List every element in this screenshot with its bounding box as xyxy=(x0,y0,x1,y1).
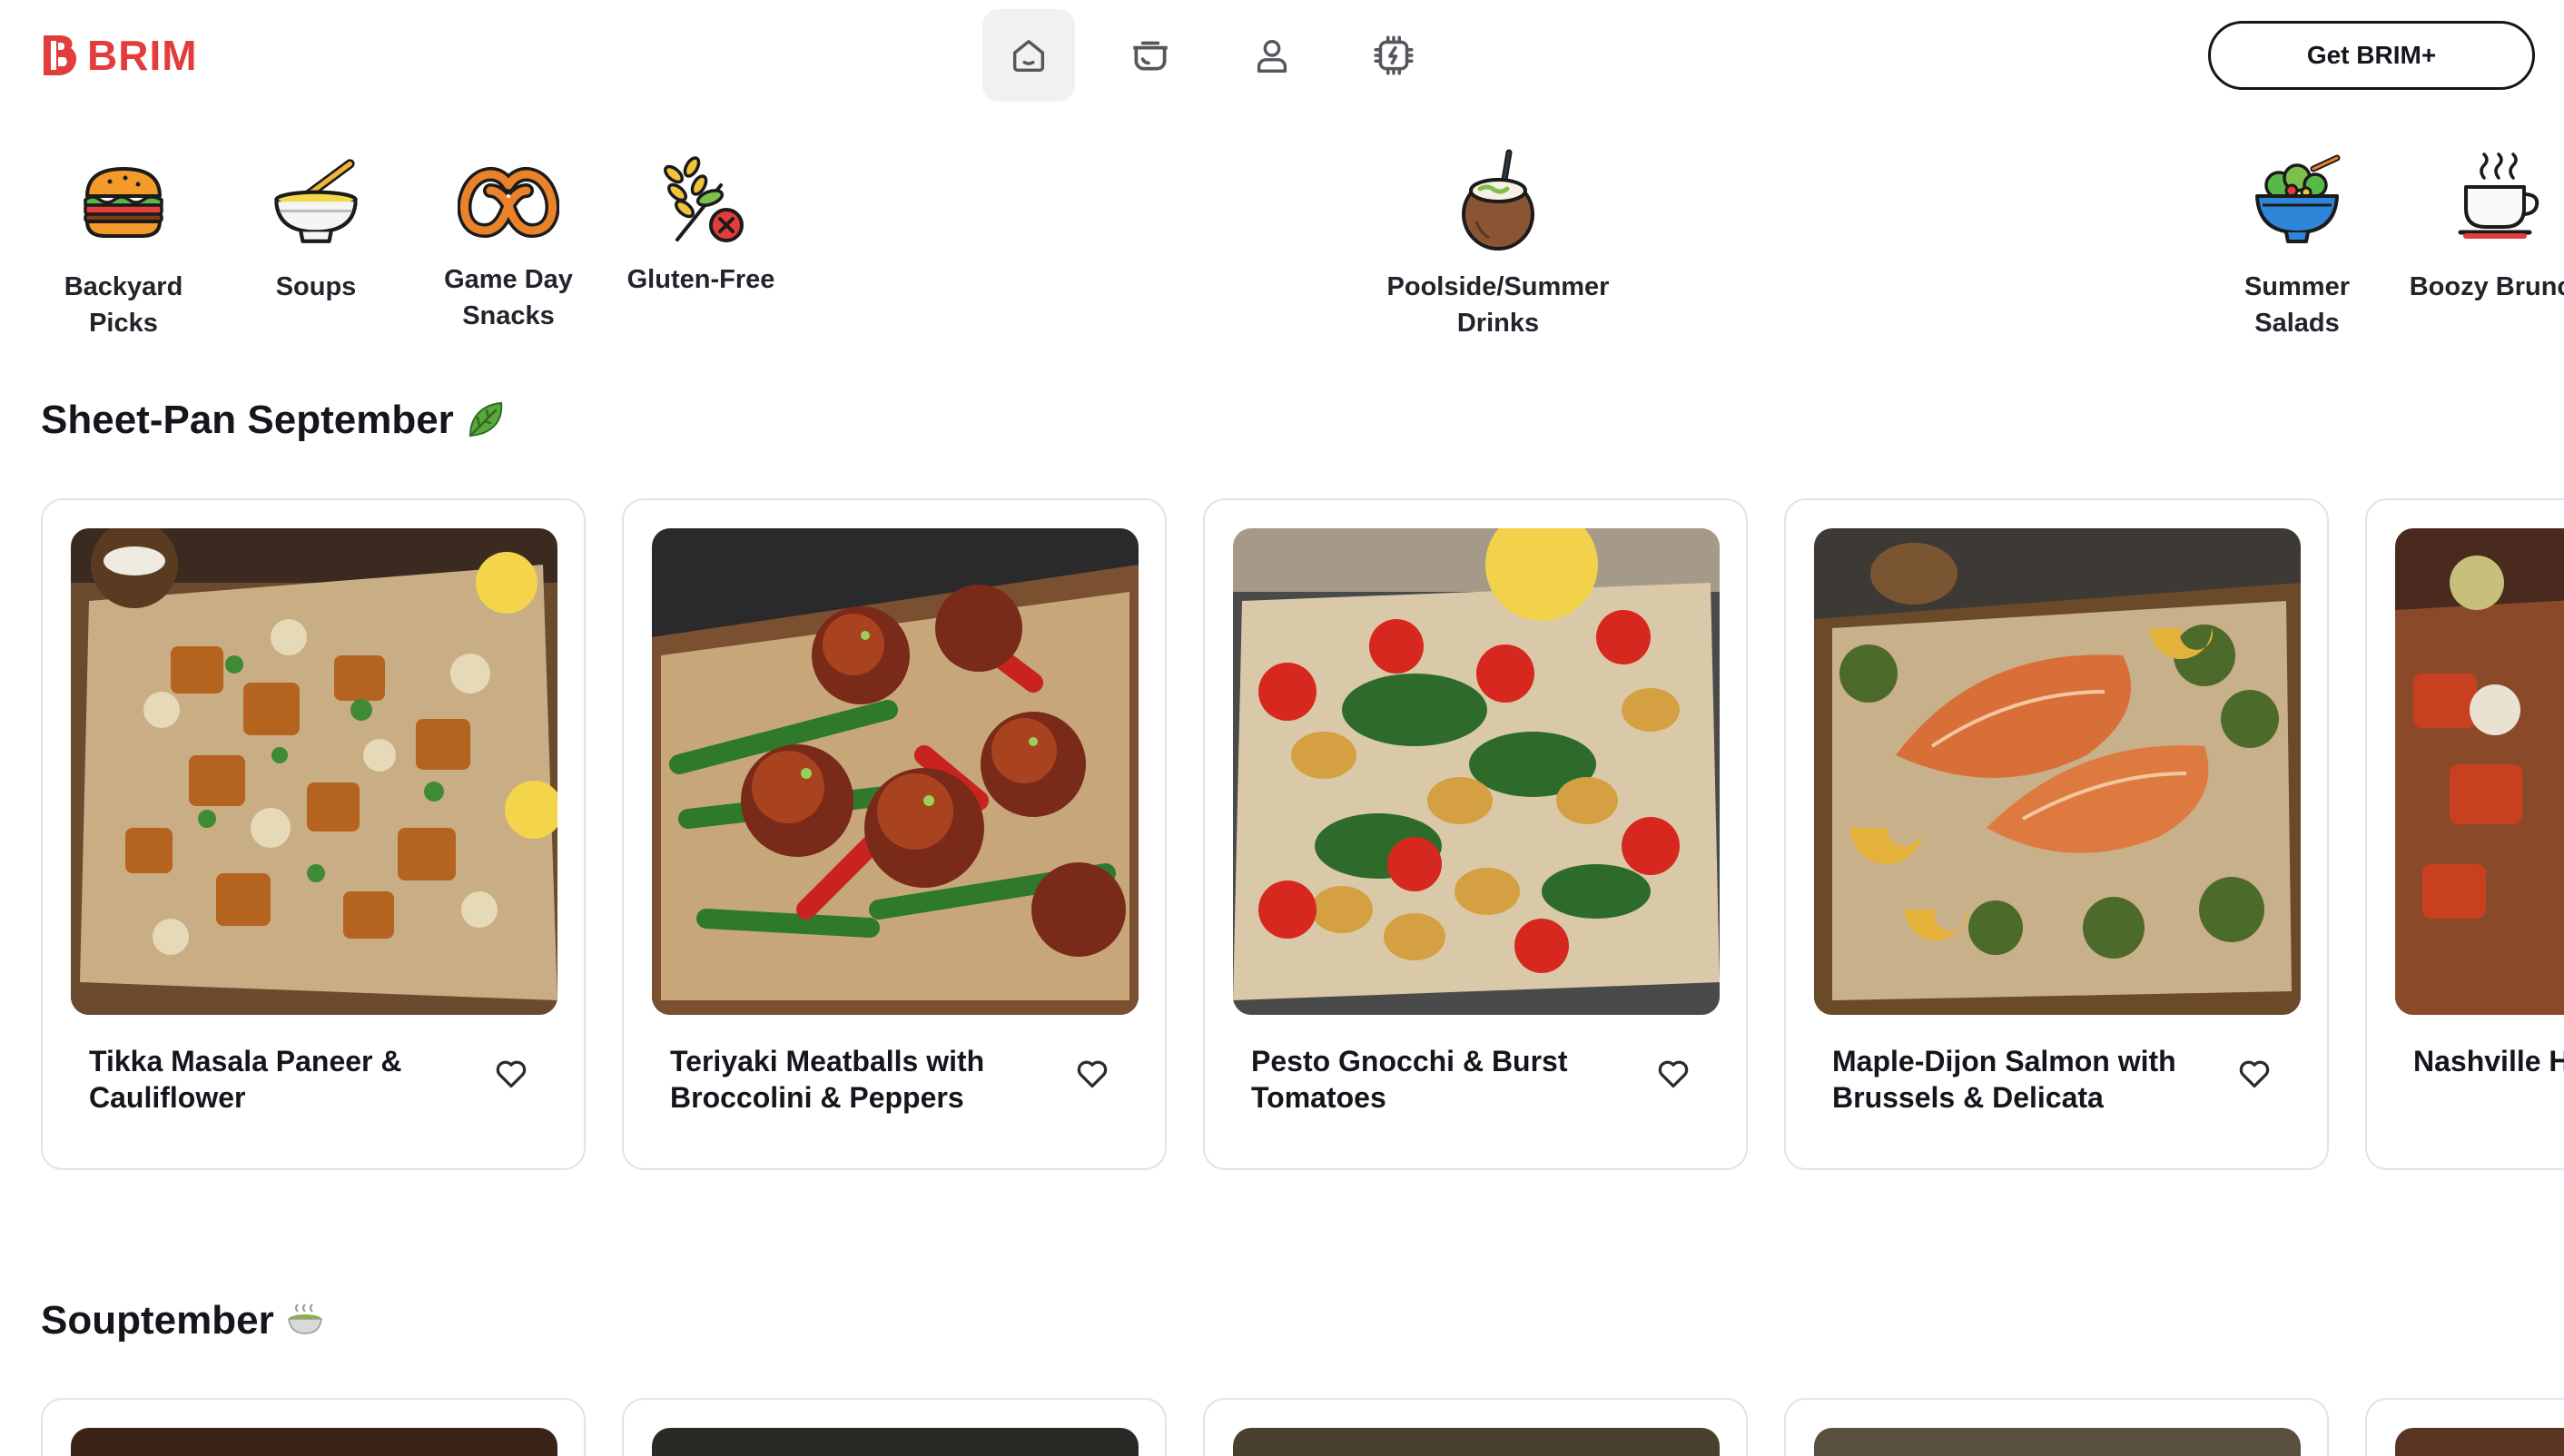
soup-bowl-emoji-icon xyxy=(287,1304,322,1334)
brim-home-page: BRIM Get BRIM+ Backyard Picks Soups Game… xyxy=(0,0,2564,1456)
recipe-card[interactable]: Teriyaki Meatballs with Broccolini & Pep… xyxy=(622,498,1167,1170)
recipe-image[interactable] xyxy=(2395,528,2564,1015)
category-label: Boozy Brunch xyxy=(2409,272,2564,301)
salad-bowl-icon xyxy=(2243,145,2352,254)
nav-profile[interactable] xyxy=(1226,9,1318,102)
brim-logo-mark-icon xyxy=(44,35,77,75)
category-poolside-summer-drinks[interactable]: Poolside/Summer Drinks xyxy=(1380,145,1616,341)
section-title-text: Souptember xyxy=(41,1298,274,1343)
recipe-image[interactable] xyxy=(652,1428,1139,1456)
recipe-image[interactable] xyxy=(1814,1428,2301,1456)
top-nav xyxy=(982,9,1440,102)
recipe-image[interactable] xyxy=(652,528,1139,1015)
category-label: Poolside/Summer Drinks xyxy=(1386,272,1610,338)
coconut-drink-icon xyxy=(1444,145,1553,254)
pot-icon xyxy=(1133,41,1168,71)
category-boozy-brunch[interactable]: Boozy Brunch xyxy=(2402,145,2564,305)
burger-icon xyxy=(69,145,178,254)
favorite-button[interactable] xyxy=(1653,1054,1693,1094)
recipe-card[interactable] xyxy=(1203,1398,1748,1456)
section-title-souptember: Souptember xyxy=(41,1298,325,1343)
pretzel-icon xyxy=(454,145,563,254)
recipe-image[interactable] xyxy=(1233,1428,1720,1456)
recipe-card[interactable] xyxy=(2365,1398,2564,1456)
category-backyard-picks[interactable]: Backyard Picks xyxy=(31,145,216,341)
nav-home[interactable] xyxy=(982,9,1075,102)
category-label: Summer Salads xyxy=(2244,272,2351,338)
category-label: Gluten-Free xyxy=(626,265,775,294)
recipe-card[interactable] xyxy=(41,1398,586,1456)
category-summer-salads[interactable]: Summer Salads xyxy=(2215,145,2379,341)
category-game-day-snacks[interactable]: Game Day Snacks xyxy=(427,145,590,334)
wheat-crossed-icon xyxy=(646,145,755,254)
user-icon xyxy=(1257,39,1287,73)
heart-icon xyxy=(1658,1060,1689,1088)
category-gluten-free[interactable]: Gluten-Free xyxy=(619,145,783,298)
recipe-card[interactable]: Maple-Dijon Salmon with Brussels & Delic… xyxy=(1784,498,2329,1170)
recipe-image[interactable] xyxy=(1814,528,2301,1015)
category-soups[interactable]: Soups xyxy=(251,145,381,305)
leafy-green-icon xyxy=(468,401,502,438)
recipe-title[interactable]: Teriyaki Meatballs with Broccolini & Pep… xyxy=(670,1043,1051,1116)
chip-icon xyxy=(1374,35,1414,75)
heart-icon xyxy=(496,1060,527,1088)
category-label: Game Day Snacks xyxy=(444,265,573,330)
recipe-title[interactable]: Nashville Hot Sweet Potato xyxy=(2413,1043,2564,1079)
recipe-title[interactable]: Pesto Gnocchi & Burst Tomatoes xyxy=(1251,1043,1632,1116)
favorite-button[interactable] xyxy=(491,1054,531,1094)
recipe-image[interactable] xyxy=(2395,1428,2564,1456)
nav-cook[interactable] xyxy=(1104,9,1197,102)
recipe-title[interactable]: Maple-Dijon Salmon with Brussels & Delic… xyxy=(1832,1043,2214,1116)
recipe-card[interactable]: Pesto Gnocchi & Burst Tomatoes xyxy=(1203,498,1748,1170)
brim-logo-text: BRIM xyxy=(87,32,198,79)
recipe-title[interactable]: Tikka Masala Paneer & Cauliflower xyxy=(89,1043,470,1116)
coffee-cup-icon xyxy=(2444,145,2553,254)
recipe-card[interactable] xyxy=(1784,1398,2329,1456)
home-icon xyxy=(1012,39,1045,73)
favorite-button[interactable] xyxy=(2234,1054,2274,1094)
heart-icon xyxy=(1077,1060,1108,1088)
get-brim-plus-button[interactable]: Get BRIM+ xyxy=(2208,21,2535,90)
recipe-card[interactable]: Tikka Masala Paneer & Cauliflower xyxy=(41,498,586,1170)
section-title-text: Sheet-Pan September xyxy=(41,398,454,442)
category-label: Soups xyxy=(275,272,357,301)
recipe-card[interactable] xyxy=(622,1398,1167,1456)
section-title-sheet-pan-september: Sheet-Pan September xyxy=(41,398,507,443)
brim-logo[interactable]: BRIM xyxy=(44,34,198,76)
recipe-image[interactable] xyxy=(1233,528,1720,1015)
category-label: Backyard Picks xyxy=(64,272,183,338)
soup-bowl-icon xyxy=(261,145,370,254)
nav-ai[interactable] xyxy=(1347,9,1440,102)
heart-icon xyxy=(2239,1060,2270,1088)
recipe-image[interactable] xyxy=(71,528,557,1015)
recipe-card[interactable]: Nashville Hot Sweet Potato xyxy=(2365,498,2564,1170)
recipe-image[interactable] xyxy=(71,1428,557,1456)
favorite-button[interactable] xyxy=(1072,1054,1112,1094)
